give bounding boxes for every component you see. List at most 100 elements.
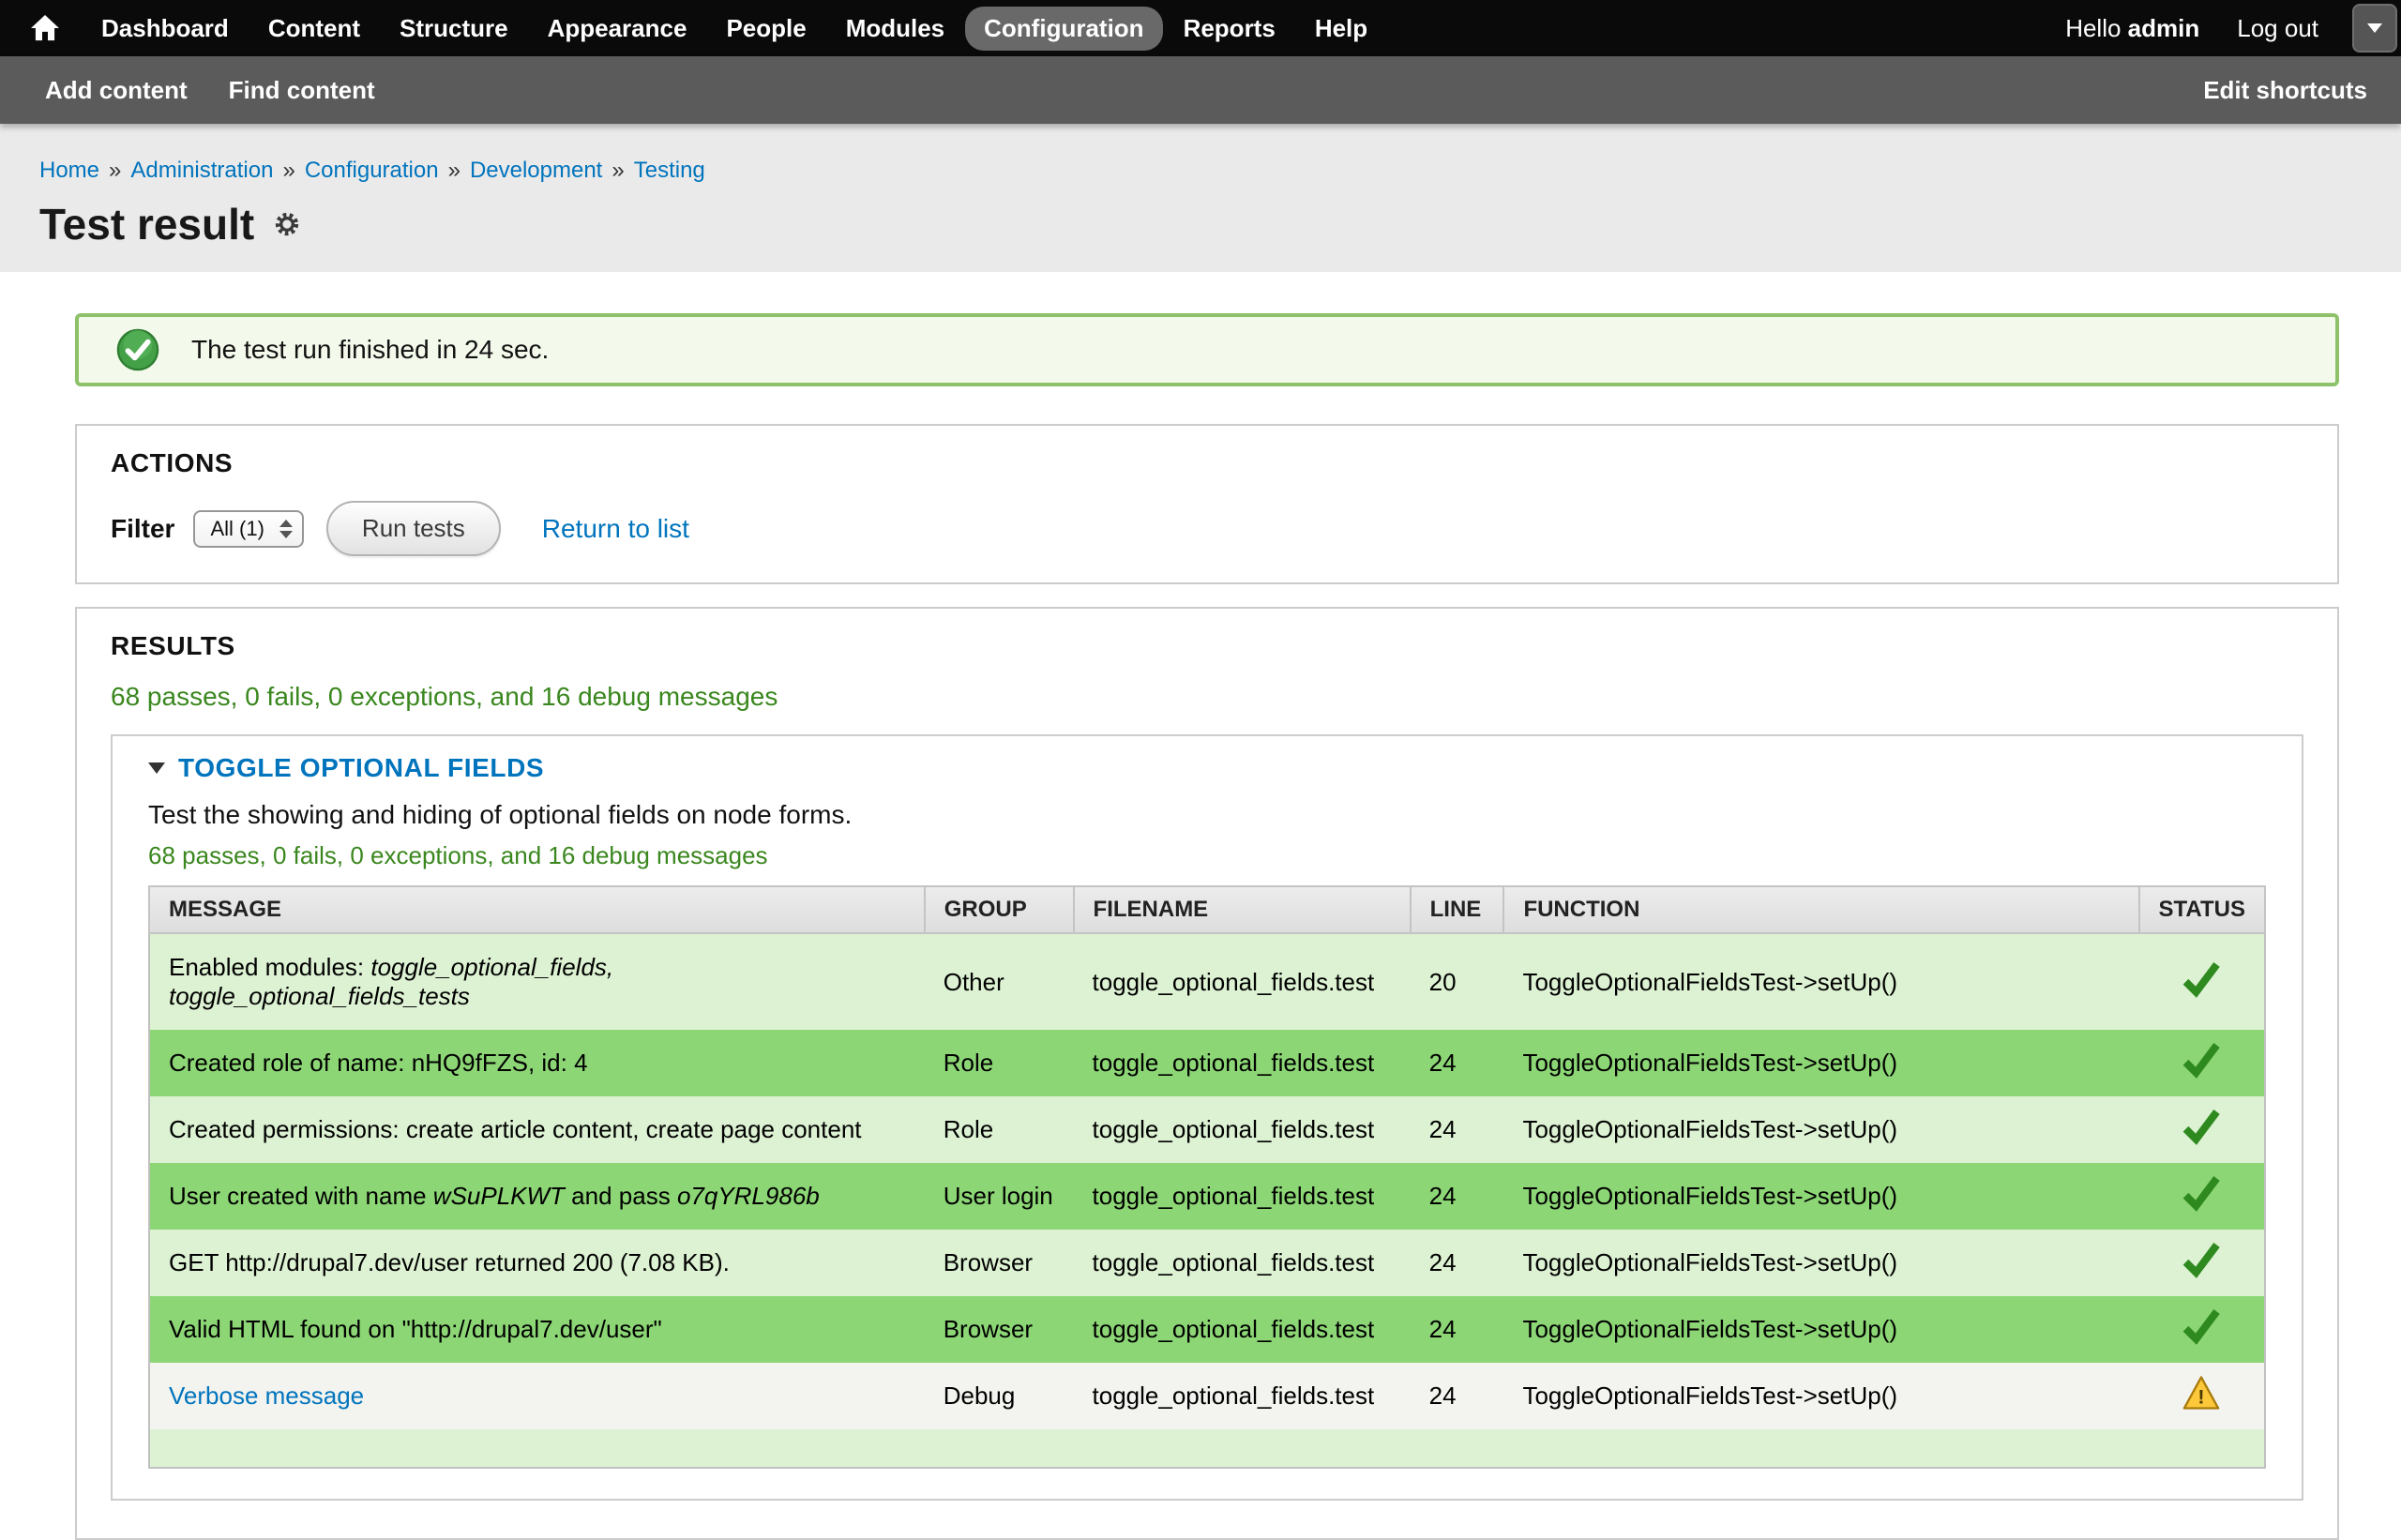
toolbar-item-structure[interactable]: Structure [381,7,527,51]
result-row: Verbose messageDebugtoggle_optional_fiel… [149,1363,2265,1429]
contextual-gear-icon[interactable] [273,210,301,238]
filter-label: Filter [111,514,174,544]
status-cell [2139,1096,2265,1163]
toolbar-item-reports[interactable]: Reports [1165,7,1294,51]
function-cell [1503,1429,2138,1468]
column-header-message: MESSAGE [149,886,925,933]
toolbar-item-dashboard[interactable]: Dashboard [83,7,248,51]
filename-cell: toggle_optional_fields.test [1074,1296,1411,1363]
toolbar-item-appearance[interactable]: Appearance [529,7,706,51]
svg-text:!: ! [2198,1386,2205,1409]
group-cell: Other [925,933,1074,1030]
toolbar-item-people[interactable]: People [707,7,824,51]
function-cell: ToggleOptionalFieldsTest->setUp() [1503,933,2138,1030]
result-row: Valid HTML found on "http://drupal7.dev/… [149,1296,2265,1363]
status-cell: ! [2139,1363,2265,1429]
line-cell: 24 [1411,1230,1504,1296]
message-cell: Created role of name: nHQ9fFZS, id: 4 [149,1030,925,1096]
status-cell [2139,1296,2265,1363]
status-cell [2139,1030,2265,1096]
group-cell: User login [925,1163,1074,1230]
warning-triangle-icon: ! [2182,1375,2220,1411]
verbose-message-link[interactable]: Verbose message [169,1381,364,1410]
home-icon[interactable] [23,15,68,41]
pass-check-icon [2181,1039,2222,1080]
filename-cell: toggle_optional_fields.test [1074,1163,1411,1230]
message-cell: Created permissions: create article cont… [149,1096,925,1163]
function-cell: ToggleOptionalFieldsTest->setUp() [1503,1096,2138,1163]
toolbar-item-help[interactable]: Help [1296,7,1386,51]
line-cell [1411,1429,1504,1468]
filename-cell: toggle_optional_fields.test [1074,933,1411,1030]
filename-cell: toggle_optional_fields.test [1074,1030,1411,1096]
function-cell: ToggleOptionalFieldsTest->setUp() [1503,1163,2138,1230]
breadcrumb-link-administration[interactable]: Administration [130,158,273,183]
edit-shortcuts-link[interactable]: Edit shortcuts [2203,76,2367,105]
line-cell: 24 [1411,1363,1504,1429]
test-group-summary: 68 passes, 0 fails, 0 exceptions, and 16… [148,841,2266,870]
shortcut-bar: Add content Find content Edit shortcuts [0,56,2401,124]
line-cell: 24 [1411,1163,1504,1230]
page-title: Test result [39,199,254,249]
message-emphasis: wSuPLKWT [433,1182,565,1210]
title-row: Test result [39,199,2352,249]
breadcrumb-link-home[interactable]: Home [39,158,99,183]
group-cell: Browser [925,1296,1074,1363]
line-cell: 24 [1411,1030,1504,1096]
admin-toolbar: DashboardContentStructureAppearancePeopl… [0,0,2401,56]
function-cell: ToggleOptionalFieldsTest->setUp() [1503,1363,2138,1429]
function-cell: ToggleOptionalFieldsTest->setUp() [1503,1230,2138,1296]
pass-check-icon [2181,959,2222,1000]
test-group-fieldset: TOGGLE OPTIONAL FIELDS Test the showing … [111,734,2303,1501]
results-summary: 68 passes, 0 fails, 0 exceptions, and 16… [111,682,2303,712]
shortcut-menu: Add content Find content [45,76,375,105]
logout-link[interactable]: Log out [2237,14,2318,43]
actions-heading: ACTIONS [111,448,2303,478]
result-row: Enabled modules: toggle_optional_fields,… [149,933,2265,1030]
message-cell [149,1429,925,1468]
select-stepper-icon [279,520,293,538]
message-emphasis: toggle_optional_fields, [370,953,613,981]
breadcrumb-link-testing[interactable]: Testing [634,158,705,183]
breadcrumb-link-configuration[interactable]: Configuration [305,158,439,183]
message-text: User created with name [169,1182,433,1210]
line-cell: 24 [1411,1096,1504,1163]
return-to-list-link[interactable]: Return to list [542,514,689,544]
status-ok-icon [116,328,159,371]
message-emphasis: o7qYRL986b [677,1182,820,1210]
filter-select-value: All (1) [210,517,264,541]
toolbar-item-modules[interactable]: Modules [827,7,963,51]
test-group-description: Test the showing and hiding of optional … [148,800,2266,830]
group-cell: Role [925,1030,1074,1096]
status-cell [2139,1230,2265,1296]
filename-cell: toggle_optional_fields.test [1074,1096,1411,1163]
breadcrumb-separator: » [612,158,624,183]
message-cell: User created with name wSuPLKWT and pass… [149,1163,925,1230]
filter-row: Filter All (1) Run tests Return to list [111,501,2303,556]
toolbar-toggle-button[interactable] [2352,4,2397,53]
message-text: Created permissions: create article cont… [169,1115,862,1143]
breadcrumb-separator: » [282,158,294,183]
toolbar-item-configuration[interactable]: Configuration [965,7,1162,51]
test-group-title: TOGGLE OPTIONAL FIELDS [178,753,544,783]
group-cell: Role [925,1096,1074,1163]
column-header-filename: FILENAME [1074,886,1411,933]
pass-check-icon [2181,1306,2222,1347]
line-cell: 24 [1411,1296,1504,1363]
line-cell: 20 [1411,933,1504,1030]
pass-check-icon [2181,1106,2222,1147]
status-cell [2139,1429,2265,1468]
filter-select[interactable]: All (1) [193,510,303,548]
toolbar-item-content[interactable]: Content [249,7,379,51]
breadcrumb-separator: » [448,158,461,183]
breadcrumb-link-development[interactable]: Development [470,158,602,183]
fieldset-legend[interactable]: TOGGLE OPTIONAL FIELDS [148,753,2266,783]
pass-check-icon [2181,1172,2222,1214]
shortcut-find-content[interactable]: Find content [229,76,375,105]
result-row: GET http://drupal7.dev/user returned 200… [149,1230,2265,1296]
shortcut-add-content[interactable]: Add content [45,76,188,105]
page-header: Home » Administration » Configuration » Develo… [0,124,2401,272]
message-text: GET http://drupal7.dev/user returned 200… [169,1248,730,1276]
run-tests-button[interactable]: Run tests [326,501,501,556]
breadcrumb: Home » Administration » Configuration » Develo… [39,158,2352,184]
